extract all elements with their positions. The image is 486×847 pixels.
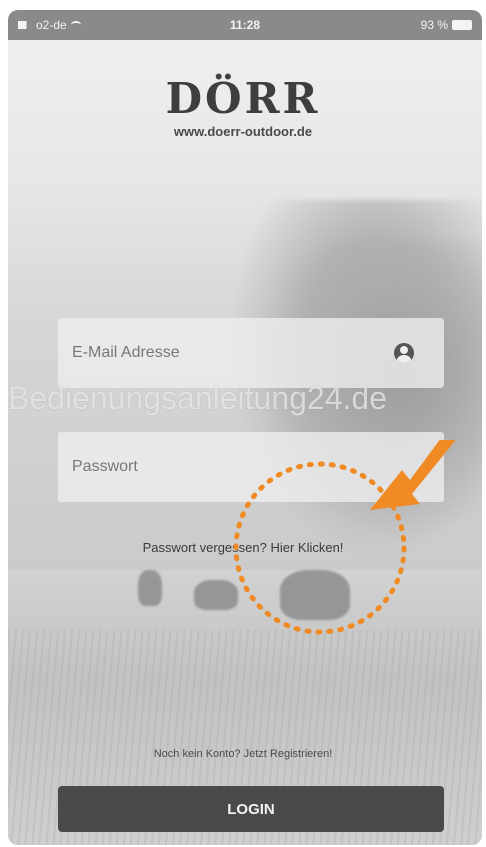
person-icon [394, 343, 414, 363]
watermark-text: Bedienungsanleitung24.de [8, 380, 387, 416]
status-bar: o2-de 11:28 93 % [8, 10, 482, 40]
phone-screen: o2-de 11:28 93 % DÖRR www.doerr-outdoor.… [0, 0, 486, 847]
status-time: 11:28 [229, 18, 261, 32]
annotation-overlay [233, 440, 456, 635]
brand-logo: DÖRR [165, 74, 321, 123]
email-field[interactable]: E-Mail Adresse [58, 318, 444, 388]
annotation-arrow [370, 440, 456, 510]
brand-url: www.doerr-outdoor.de [173, 124, 313, 139]
battery-percent: 93 % [420, 18, 448, 32]
battery-icon [452, 20, 472, 30]
status-right: 93 % [421, 18, 472, 32]
email-placeholder: E-Mail Adresse [72, 344, 180, 361]
annotation-dotted-circle [233, 461, 407, 635]
login-button[interactable]: LOGIN [58, 786, 444, 832]
register-link[interactable]: Noch kein Konto? Jetzt Registrieren! [0, 748, 486, 760]
deer-silhouette [138, 570, 162, 606]
password-placeholder: Passwort [72, 458, 138, 475]
